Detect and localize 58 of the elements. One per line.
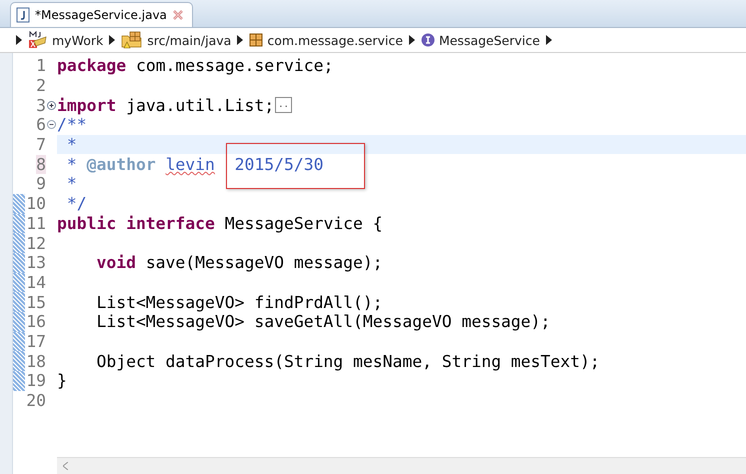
comment-text: /** [57,115,87,134]
line-number: 13 [26,253,46,272]
package-folder-icon [121,31,144,49]
line-number: 8 [36,154,46,174]
code-text: com.message.service; [136,56,334,76]
arrow-icon[interactable] [408,35,415,45]
comment-text: */ [66,194,87,214]
horizontal-scrollbar[interactable] [57,457,746,474]
line-number: 1 [36,56,46,76]
code-text: } [57,371,67,390]
line-number: 3 [36,96,46,115]
code-text: MessageService { [224,214,383,233]
line-number: 14 [26,272,46,292]
line-number: 6 [36,115,46,134]
line-number: 20 [26,391,46,410]
code-text: java.util.List; [126,96,274,115]
breadcrumb-item[interactable]: com.message.service [249,32,403,48]
line-number: 9 [36,174,46,194]
expand-icon[interactable] [47,100,56,110]
line-number: 15 [26,292,46,312]
comment-text: * [66,135,77,154]
breadcrumb-item[interactable]: MessageService [420,32,540,48]
close-icon[interactable] [172,9,184,21]
editor-tab[interactable]: *MessageService.java [10,2,193,27]
annotation-text: @author [86,154,157,174]
folded-code-marker[interactable]: .. [275,97,292,114]
code-text: Object dataProcess(String mesName, String mesText); [96,352,600,371]
collapse-icon[interactable] [47,120,56,130]
arrow-icon[interactable] [109,35,116,45]
breadcrumb-item[interactable]: myWork [28,31,104,49]
code-text: List<MessageVO> saveGetAll(MessageVO message); [96,312,550,332]
line-number: 7 [36,135,46,154]
line-number: 10 [26,194,46,214]
project-icon [28,31,48,49]
keyword-text: void [96,253,137,272]
line-number: 2 [36,76,46,96]
keyword-text: public interface [57,214,216,233]
line-number: 18 [26,352,46,371]
line-number: 11 [26,214,46,233]
line-number: 17 [26,332,46,351]
date-text: 2015/5/30 [214,154,324,174]
arrow-icon[interactable] [16,35,22,45]
interface-icon [420,33,435,47]
comment-text: * [66,154,78,174]
code-text: save(MessageVO message); [146,253,383,272]
line-number: 12 [26,234,46,253]
package-icon [249,33,264,47]
arrow-icon[interactable] [546,35,552,45]
keyword-text: package [57,56,128,76]
keyword-text: import [57,96,118,115]
line-number: 16 [26,312,46,332]
arrow-icon[interactable] [237,35,244,45]
code-text: List<MessageVO> findPrdAll(); [96,292,383,312]
comment-text: * [66,174,77,194]
misspelled-text: levin [166,154,215,174]
breadcrumb-item[interactable]: src/main/java [121,31,232,49]
java-file-icon [16,7,30,23]
line-number: 19 [26,371,46,390]
